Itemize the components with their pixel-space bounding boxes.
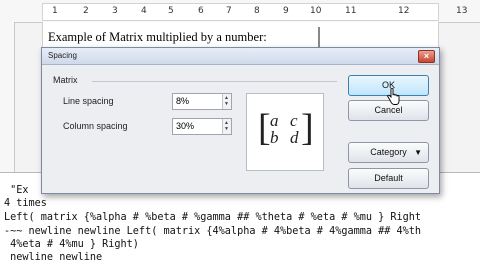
- editor-line: newline newline: [4, 252, 103, 263]
- hand-cursor-icon: [386, 88, 400, 105]
- ruler-number: 5: [168, 6, 174, 16]
- column-spacing-label: Column spacing: [63, 121, 128, 131]
- ruler-number: 2: [83, 6, 89, 16]
- line-spacing-label: Line spacing: [63, 96, 114, 106]
- ruler-number: 3: [112, 6, 118, 16]
- ruler-number: 13: [456, 6, 468, 16]
- ruler-number: 8: [254, 6, 260, 16]
- close-button[interactable]: ×: [418, 50, 435, 63]
- matrix-cell: b: [270, 128, 279, 147]
- document-heading: Example of Matrix multiplied by a number…: [48, 30, 267, 44]
- line-spacing-spinbox[interactable]: 8% ▲ ▼: [172, 93, 232, 110]
- ruler-number: 7: [226, 6, 232, 16]
- ruler-number: 4: [141, 6, 147, 16]
- spin-down-icon[interactable]: ▼: [224, 127, 229, 132]
- editor-line: -~~ newline newline Left( matrix {4%alph…: [4, 226, 422, 237]
- left-bracket: [: [258, 107, 271, 149]
- ruler-number: 6: [198, 6, 204, 16]
- category-label: Category: [370, 147, 407, 157]
- horizontal-ruler: 1 2 3 4 5 6 7 8 9 10 11 12 13: [0, 0, 480, 23]
- ruler-text-area: [42, 3, 439, 21]
- default-button[interactable]: Default: [348, 168, 429, 189]
- spacing-dialog: Spacing × Matrix Line spacing 8% ▲ ▼ Col…: [41, 47, 440, 194]
- preview-box: [ a c b d ]: [246, 93, 324, 171]
- column-spacing-value: 30%: [176, 121, 195, 131]
- group-divider: [92, 81, 337, 82]
- category-button[interactable]: Category ▼: [348, 142, 429, 163]
- dialog-titlebar[interactable]: Spacing ×: [42, 48, 439, 65]
- editor-line: "Ex: [4, 185, 29, 196]
- dialog-title: Spacing: [48, 51, 77, 60]
- spin-arrows[interactable]: ▲ ▼: [222, 94, 231, 109]
- ruler-number: 1: [52, 6, 58, 16]
- line-spacing-value: 8%: [176, 96, 190, 106]
- editor-line: Left( matrix {%alpha # %beta # %gamma ##…: [4, 212, 422, 223]
- ruler-number: 11: [345, 6, 357, 16]
- ruler-number: 12: [398, 6, 410, 16]
- editor-line: 4 times: [4, 198, 47, 209]
- group-label: Matrix: [53, 75, 78, 85]
- editor-line: 4%eta # 4%mu } Right): [4, 239, 139, 250]
- ruler-number: 9: [283, 6, 289, 16]
- right-bracket: ]: [301, 107, 314, 149]
- matrix-cell: d: [290, 128, 299, 147]
- column-spacing-spinbox[interactable]: 30% ▲ ▼: [172, 118, 232, 135]
- ruler-number: 10: [310, 6, 322, 16]
- vertical-ruler: [0, 22, 15, 172]
- spin-arrows[interactable]: ▲ ▼: [222, 119, 231, 134]
- dropdown-arrow-icon: ▼: [414, 148, 422, 157]
- spin-down-icon[interactable]: ▼: [224, 102, 229, 107]
